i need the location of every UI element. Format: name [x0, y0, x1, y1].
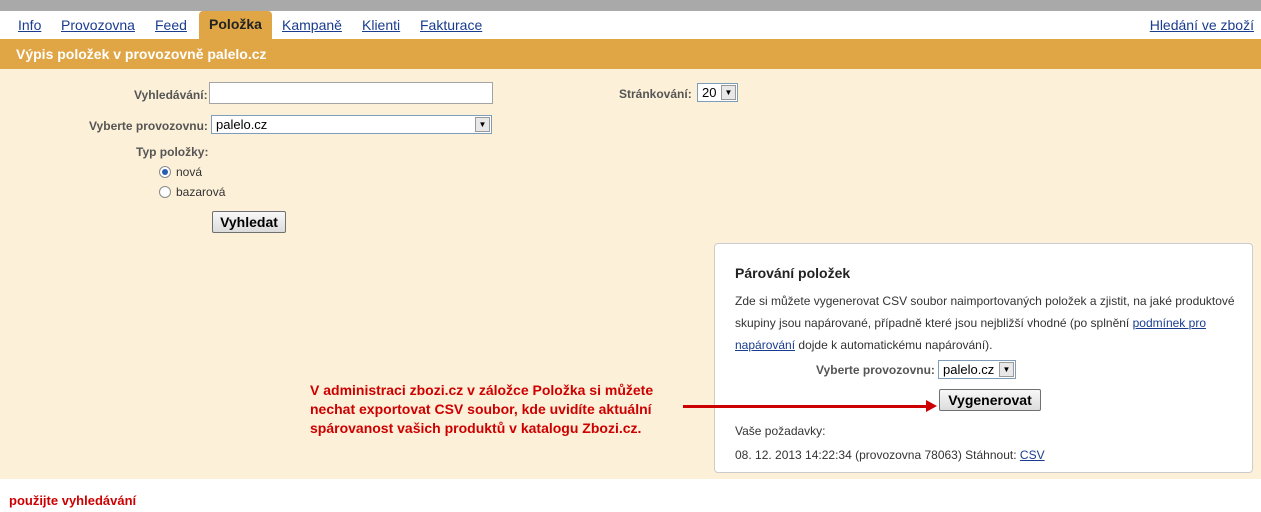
tab-info[interactable]: Info	[18, 17, 41, 33]
chevron-down-icon: ▼	[721, 85, 736, 100]
item-type-label: Typ položky:	[136, 145, 209, 159]
generate-button[interactable]: Vygenerovat	[939, 389, 1041, 411]
pairing-panel: Párování položek Zde si můžete vygenerov…	[714, 243, 1253, 473]
top-strip	[0, 0, 1261, 11]
request-row: 08. 12. 2013 14:22:34 (provozovna 78063)…	[735, 448, 1045, 462]
search-input[interactable]	[209, 82, 493, 104]
paging-label: Stránkování:	[619, 87, 692, 101]
pairing-desc-text-2: dojde k automatickému napárování).	[798, 338, 993, 352]
tab-klienti[interactable]: Klienti	[362, 17, 400, 33]
page-title: Výpis položek v provozovně palelo.cz	[0, 39, 1261, 69]
radio-bazaar[interactable]	[159, 186, 171, 198]
request-text: 08. 12. 2013 14:22:34 (provozovna 78063)…	[735, 448, 1017, 462]
csv-download-link[interactable]: CSV	[1020, 448, 1045, 462]
chevron-down-icon: ▼	[999, 362, 1014, 377]
pairing-panel-title: Párování položek	[735, 265, 851, 281]
radio-new[interactable]	[159, 166, 171, 178]
search-zbozi-link[interactable]: Hledání ve zboží	[1150, 17, 1254, 33]
shop-select[interactable]: palelo.cz ▼	[211, 115, 492, 134]
annotation-arrow	[683, 405, 929, 408]
tab-fakturace[interactable]: Fakturace	[420, 17, 482, 33]
shop-select-value: palelo.cz	[216, 117, 268, 132]
radio-new-label: nová	[176, 165, 203, 179]
arrow-right-icon	[926, 400, 937, 412]
search-label: Vyhledávání:	[134, 88, 208, 102]
shop-select-label: Vyberte provozovnu:	[89, 119, 208, 133]
tab-feed[interactable]: Feed	[155, 17, 187, 33]
tab-provozovna[interactable]: Provozovna	[61, 17, 135, 33]
pairing-panel-description: Zde si můžete vygenerovat CSV soubor nai…	[735, 290, 1235, 356]
requests-label: Vaše požadavky:	[735, 424, 826, 438]
radio-bazaar-label: bazarová	[176, 185, 226, 199]
paging-select[interactable]: 20 ▼	[697, 83, 738, 102]
chevron-down-icon: ▼	[475, 117, 490, 132]
search-hint: použijte vyhledávání	[9, 493, 137, 508]
panel-shop-label: Vyberte provozovnu:	[816, 363, 935, 377]
tab-kampane[interactable]: Kampaně	[282, 17, 342, 33]
tab-polozka[interactable]: Položka	[199, 11, 272, 39]
main-nav: Info Provozovna Feed Položka Kampaně Kli…	[0, 11, 1261, 39]
panel-shop-select-value: palelo.cz	[943, 362, 995, 377]
search-button[interactable]: Vyhledat	[212, 211, 286, 233]
paging-select-value: 20	[702, 85, 717, 100]
annotation-text: V administraci zbozi.cz v záložce Položk…	[310, 382, 654, 436]
panel-shop-select[interactable]: palelo.cz ▼	[938, 360, 1016, 379]
